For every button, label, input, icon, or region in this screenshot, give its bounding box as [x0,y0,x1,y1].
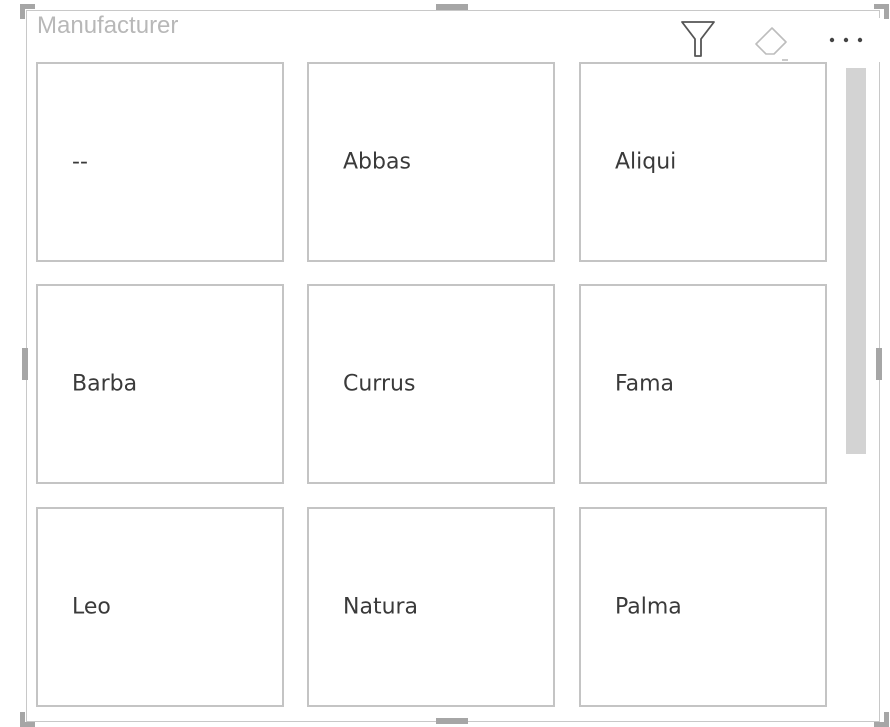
slicer-tile[interactable]: Palma [579,507,827,707]
slicer-tile[interactable]: Barba [36,284,284,484]
tile-label: Palma [615,594,682,620]
tile-label: -- [72,149,88,175]
slicer-tile[interactable]: Currus [307,284,555,484]
tile-label: Currus [343,371,416,397]
tile-label: Natura [343,594,419,620]
slicer-tile[interactable]: Aliqui [579,62,827,262]
visual-header [670,18,882,62]
slicer-tile[interactable]: -- [36,62,284,262]
tile-label: Leo [72,594,111,620]
resize-corner-top-right[interactable] [874,4,889,19]
resize-corner-top-left[interactable] [20,4,35,19]
resize-handle-bottom[interactable] [436,718,468,724]
resize-corner-bottom-left[interactable] [20,712,35,727]
eraser-icon[interactable] [748,18,792,62]
more-options-icon[interactable] [826,18,870,62]
resize-handle-top[interactable] [436,4,468,10]
tile-label: Abbas [343,149,411,175]
scrollbar-thumb[interactable] [846,68,866,454]
slicer-title: Manufacturer [37,12,179,39]
slicer-tile[interactable]: Abbas [307,62,555,262]
resize-corner-bottom-right[interactable] [874,712,889,727]
tile-label: Barba [72,371,138,397]
tile-label: Aliqui [615,149,677,175]
resize-handle-left[interactable] [22,348,28,380]
slicer-tile[interactable]: Leo [36,507,284,707]
tile-label: Fama [615,371,675,397]
resize-handle-right[interactable] [876,348,882,380]
vertical-scrollbar[interactable] [846,68,866,708]
slicer-tile[interactable]: Fama [579,284,827,484]
filter-icon[interactable] [676,18,720,62]
slicer-tile[interactable]: Natura [307,507,555,707]
